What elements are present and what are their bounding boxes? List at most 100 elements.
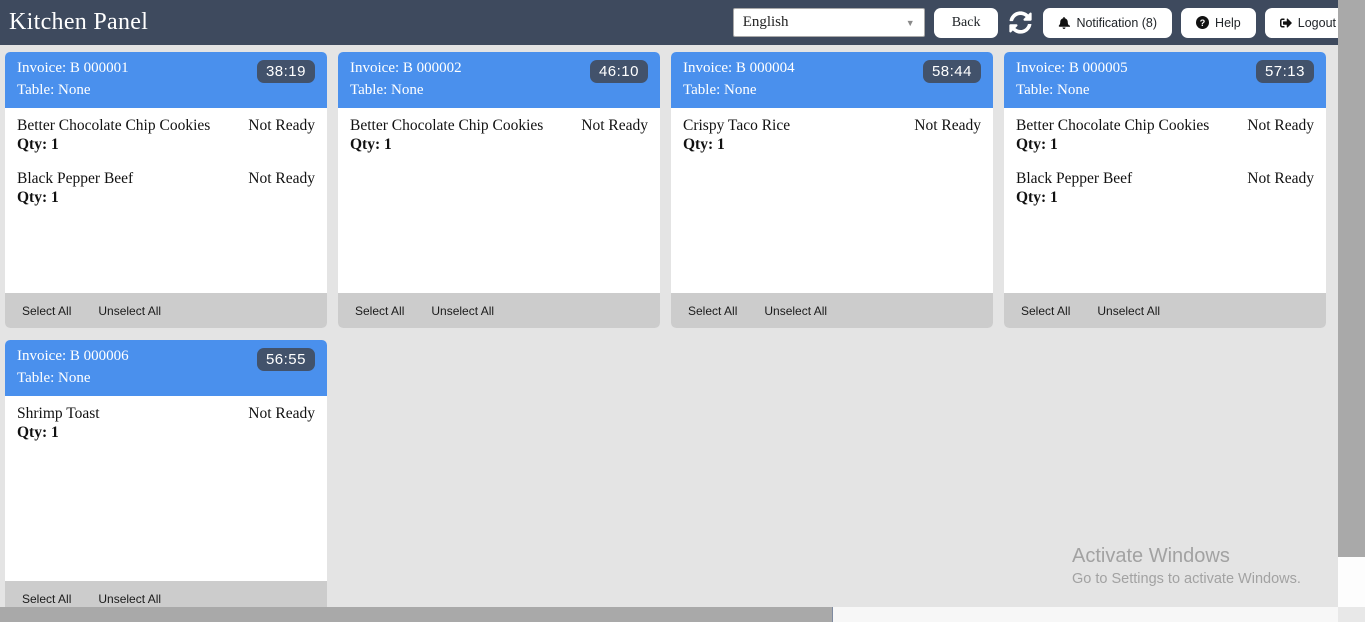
order-card: Invoice: B 000005 Table: None 57:13 Bett… xyxy=(1004,52,1326,328)
notification-label: Notification (8) xyxy=(1076,16,1157,30)
timer-badge: 58:44 xyxy=(923,60,981,83)
order-item[interactable]: Better Chocolate Chip Cookies Not Ready … xyxy=(1016,117,1314,154)
item-status: Not Ready xyxy=(1247,170,1314,188)
order-card-header-text: Invoice: B 000006 Table: None xyxy=(17,345,129,389)
item-name: Crispy Taco Rice xyxy=(683,117,790,135)
back-button[interactable]: Back xyxy=(934,8,999,38)
select-all-button[interactable]: Select All xyxy=(1021,304,1070,318)
order-item[interactable]: Better Chocolate Chip Cookies Not Ready … xyxy=(350,117,648,154)
order-card-header: Invoice: B 000002 Table: None 46:10 xyxy=(338,52,660,108)
item-name: Shrimp Toast xyxy=(17,405,100,423)
card-items: Shrimp Toast Not Ready Qty: 1 xyxy=(5,396,327,581)
order-card-footer: Select All Unselect All xyxy=(338,293,660,328)
item-status: Not Ready xyxy=(581,117,648,135)
item-qty: Qty: 1 xyxy=(350,136,648,154)
item-status: Not Ready xyxy=(248,405,315,423)
order-card-header-text: Invoice: B 000002 Table: None xyxy=(350,57,462,101)
order-card-header: Invoice: B 000004 Table: None 58:44 xyxy=(671,52,993,108)
order-item-row: Crispy Taco Rice Not Ready xyxy=(683,117,981,135)
logout-label: Logout xyxy=(1298,16,1336,30)
card-items: Crispy Taco Rice Not Ready Qty: 1 xyxy=(671,108,993,293)
select-all-button[interactable]: Select All xyxy=(688,304,737,318)
vertical-scrollbar-thumb[interactable] xyxy=(1338,0,1365,557)
refresh-icon[interactable] xyxy=(1007,11,1034,34)
item-status: Not Ready xyxy=(248,170,315,188)
timer-badge: 57:13 xyxy=(1256,60,1314,83)
navbar: Kitchen Panel English ▼ Back Notificatio… xyxy=(0,0,1365,45)
order-card-header-text: Invoice: B 000005 Table: None xyxy=(1016,57,1128,101)
order-item-row: Better Chocolate Chip Cookies Not Ready xyxy=(17,117,315,135)
table-label: Table: None xyxy=(350,79,462,101)
select-all-button[interactable]: Select All xyxy=(355,304,404,318)
item-name: Better Chocolate Chip Cookies xyxy=(350,117,543,135)
item-qty: Qty: 1 xyxy=(17,424,315,442)
invoice-label: Invoice: B 000004 xyxy=(683,57,795,79)
horizontal-scrollbar[interactable] xyxy=(0,607,1338,622)
item-status: Not Ready xyxy=(248,117,315,135)
select-all-button[interactable]: Select All xyxy=(22,304,71,318)
language-select-value: English xyxy=(743,14,789,31)
item-name: Better Chocolate Chip Cookies xyxy=(1016,117,1209,135)
unselect-all-button[interactable]: Unselect All xyxy=(764,304,827,318)
order-card-footer: Select All Unselect All xyxy=(671,293,993,328)
table-label: Table: None xyxy=(1016,79,1128,101)
order-item[interactable]: Black Pepper Beef Not Ready Qty: 1 xyxy=(1016,170,1314,207)
help-button[interactable]: ? Help xyxy=(1181,8,1256,38)
order-card-header: Invoice: B 000005 Table: None 57:13 xyxy=(1004,52,1326,108)
timer-badge: 38:19 xyxy=(257,60,315,83)
item-qty: Qty: 1 xyxy=(17,136,315,154)
order-card: Invoice: B 000002 Table: None 46:10 Bett… xyxy=(338,52,660,328)
table-label: Table: None xyxy=(683,79,795,101)
horizontal-scrollbar-thumb[interactable] xyxy=(0,607,833,622)
order-card-header: Invoice: B 000001 Table: None 38:19 xyxy=(5,52,327,108)
card-items: Better Chocolate Chip Cookies Not Ready … xyxy=(338,108,660,293)
scrollbar-corner xyxy=(1338,607,1365,622)
item-name: Better Chocolate Chip Cookies xyxy=(17,117,210,135)
invoice-label: Invoice: B 000006 xyxy=(17,345,129,367)
unselect-all-button[interactable]: Unselect All xyxy=(1097,304,1160,318)
table-label: Table: None xyxy=(17,367,129,389)
order-item[interactable]: Black Pepper Beef Not Ready Qty: 1 xyxy=(17,170,315,207)
order-card-footer: Select All Unselect All xyxy=(1004,293,1326,328)
notification-button[interactable]: Notification (8) xyxy=(1043,8,1172,38)
item-name: Black Pepper Beef xyxy=(17,170,133,188)
order-item[interactable]: Shrimp Toast Not Ready Qty: 1 xyxy=(17,405,315,442)
select-all-button[interactable]: Select All xyxy=(22,592,71,606)
invoice-label: Invoice: B 000001 xyxy=(17,57,129,79)
order-card-footer: Select All Unselect All xyxy=(5,293,327,328)
navbar-controls: English ▼ Back Notification (8) ? Help L… xyxy=(733,8,1351,38)
timer-badge: 46:10 xyxy=(590,60,648,83)
order-item-row: Better Chocolate Chip Cookies Not Ready xyxy=(1016,117,1314,135)
cards-grid: Invoice: B 000001 Table: None 38:19 Bett… xyxy=(0,45,1338,622)
item-qty: Qty: 1 xyxy=(683,136,981,154)
order-card-header: Invoice: B 000006 Table: None 56:55 xyxy=(5,340,327,396)
timer-badge: 56:55 xyxy=(257,348,315,371)
order-card: Invoice: B 000001 Table: None 38:19 Bett… xyxy=(5,52,327,328)
invoice-label: Invoice: B 000005 xyxy=(1016,57,1128,79)
unselect-all-button[interactable]: Unselect All xyxy=(98,304,161,318)
order-item[interactable]: Better Chocolate Chip Cookies Not Ready … xyxy=(17,117,315,154)
vertical-scrollbar[interactable] xyxy=(1338,0,1365,607)
unselect-all-button[interactable]: Unselect All xyxy=(431,304,494,318)
order-card-header-text: Invoice: B 000001 Table: None xyxy=(17,57,129,101)
item-status: Not Ready xyxy=(1247,117,1314,135)
item-status: Not Ready xyxy=(914,117,981,135)
logout-icon xyxy=(1280,17,1292,29)
item-name: Black Pepper Beef xyxy=(1016,170,1132,188)
order-item[interactable]: Crispy Taco Rice Not Ready Qty: 1 xyxy=(683,117,981,154)
bell-icon xyxy=(1058,17,1070,29)
language-select[interactable]: English ▼ xyxy=(733,8,925,37)
order-card-header-text: Invoice: B 000004 Table: None xyxy=(683,57,795,101)
order-item-row: Black Pepper Beef Not Ready xyxy=(17,170,315,188)
item-qty: Qty: 1 xyxy=(17,189,315,207)
order-item-row: Shrimp Toast Not Ready xyxy=(17,405,315,423)
page-title: Kitchen Panel xyxy=(9,9,148,36)
order-card: Invoice: B 000006 Table: None 56:55 Shri… xyxy=(5,340,327,616)
order-card: Invoice: B 000004 Table: None 58:44 Cris… xyxy=(671,52,993,328)
order-item-row: Black Pepper Beef Not Ready xyxy=(1016,170,1314,188)
item-qty: Qty: 1 xyxy=(1016,189,1314,207)
card-items: Better Chocolate Chip Cookies Not Ready … xyxy=(5,108,327,293)
unselect-all-button[interactable]: Unselect All xyxy=(98,592,161,606)
card-items: Better Chocolate Chip Cookies Not Ready … xyxy=(1004,108,1326,293)
question-circle-icon: ? xyxy=(1196,16,1209,29)
